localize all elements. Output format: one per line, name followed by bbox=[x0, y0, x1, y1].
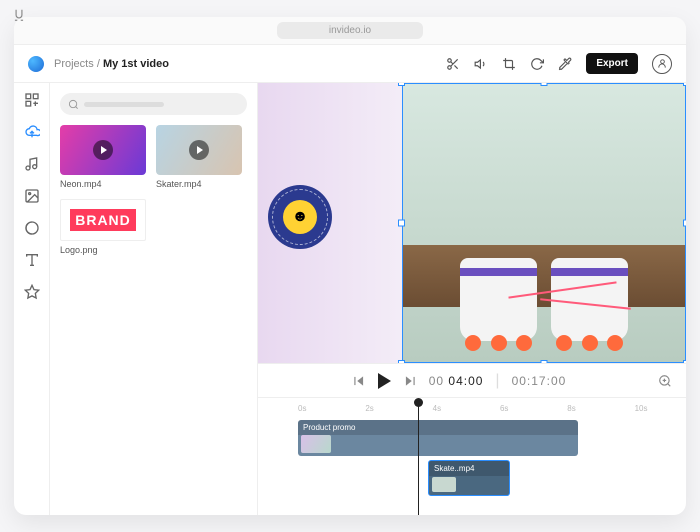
app-logo-icon[interactable] bbox=[28, 56, 44, 72]
breadcrumb-root[interactable]: Projects bbox=[54, 58, 94, 70]
current-time: 04:00 bbox=[448, 374, 483, 388]
zoom-icon[interactable] bbox=[658, 374, 672, 388]
sticker-badge[interactable]: ☻ bbox=[268, 185, 332, 249]
resize-handle[interactable] bbox=[398, 83, 405, 86]
rail-music-icon[interactable] bbox=[23, 155, 41, 173]
volume-icon[interactable] bbox=[474, 57, 488, 71]
clip-label: Skate..mp4 bbox=[429, 461, 509, 476]
export-button[interactable]: Export bbox=[586, 53, 638, 74]
selection-outline bbox=[402, 83, 686, 363]
rail-shapes-icon[interactable] bbox=[23, 219, 41, 237]
timeline[interactable]: 0s 2s 4s 6s 8s 10s Product promo Skate..… bbox=[258, 397, 686, 515]
play-overlay-icon bbox=[189, 140, 209, 160]
resize-handle[interactable] bbox=[541, 360, 548, 363]
asset-thumbnail[interactable]: BRAND bbox=[60, 199, 146, 241]
prev-frame-icon[interactable] bbox=[352, 374, 366, 388]
assets-panel: Neon.mp4 Skater.mp4 BRAND Logo.png bbox=[50, 83, 258, 515]
rail-favorites-icon[interactable] bbox=[23, 283, 41, 301]
asset-label: Logo.png bbox=[60, 245, 146, 255]
breadcrumb[interactable]: Projects / My 1st video bbox=[54, 58, 169, 70]
profile-icon[interactable] bbox=[652, 54, 672, 74]
timeline-track[interactable]: Product promo bbox=[298, 420, 672, 458]
search-icon bbox=[68, 99, 79, 110]
time-ruler: 0s 2s 4s 6s 8s 10s bbox=[298, 404, 672, 418]
crop-icon[interactable] bbox=[502, 57, 516, 71]
resize-handle[interactable] bbox=[398, 360, 405, 363]
eyedropper-icon[interactable] bbox=[558, 57, 572, 71]
selected-clip[interactable] bbox=[402, 83, 686, 363]
rail-uploads-icon[interactable] bbox=[23, 123, 41, 141]
preview-canvas[interactable]: ☻ bbox=[258, 83, 686, 363]
rail-image-icon[interactable] bbox=[23, 187, 41, 205]
side-rail bbox=[14, 83, 50, 515]
browser-url-bar: invideo.io bbox=[14, 17, 686, 45]
clip-thumbnail bbox=[432, 477, 456, 492]
resize-handle[interactable] bbox=[683, 360, 686, 363]
timeline-track[interactable]: Skate..mp4 bbox=[298, 460, 672, 498]
play-button[interactable] bbox=[378, 373, 391, 389]
brand-logo-text: BRAND bbox=[70, 209, 136, 231]
breadcrumb-current[interactable]: My 1st video bbox=[103, 58, 169, 70]
asset-item[interactable]: Skater.mp4 bbox=[156, 125, 242, 189]
search-input[interactable] bbox=[60, 93, 247, 115]
next-frame-icon[interactable] bbox=[403, 374, 417, 388]
cut-icon[interactable] bbox=[446, 57, 460, 71]
play-overlay-icon bbox=[93, 140, 113, 160]
rail-templates-icon[interactable] bbox=[23, 91, 41, 109]
clip-thumbnail bbox=[301, 435, 331, 453]
asset-item[interactable]: BRAND Logo.png bbox=[60, 199, 146, 255]
resize-handle[interactable] bbox=[683, 220, 686, 227]
snap-icon[interactable] bbox=[14, 17, 26, 22]
url-text: invideo.io bbox=[277, 22, 423, 39]
resize-handle[interactable] bbox=[683, 83, 686, 86]
timeline-clip[interactable]: Skate..mp4 bbox=[428, 460, 510, 496]
playback-controls: 00 04:00 | 00:17:00 bbox=[258, 363, 686, 397]
top-bar: Projects / My 1st video Export bbox=[14, 45, 686, 83]
timeline-clip[interactable]: Product promo bbox=[298, 420, 578, 456]
asset-item[interactable]: Neon.mp4 bbox=[60, 125, 146, 189]
asset-thumbnail[interactable] bbox=[156, 125, 242, 175]
asset-label: Skater.mp4 bbox=[156, 179, 242, 189]
playhead[interactable] bbox=[418, 400, 419, 515]
timecode: 00 04:00 bbox=[429, 374, 484, 388]
main-area: Neon.mp4 Skater.mp4 BRAND Logo.png ☻ bbox=[14, 83, 686, 515]
clip-label: Product promo bbox=[298, 420, 578, 435]
asset-thumbnail[interactable] bbox=[60, 125, 146, 175]
rail-text-icon[interactable] bbox=[23, 251, 41, 269]
search-placeholder bbox=[84, 102, 164, 107]
resize-handle[interactable] bbox=[541, 83, 548, 86]
asset-label: Neon.mp4 bbox=[60, 179, 146, 189]
total-time: 00:17:00 bbox=[512, 374, 567, 388]
resize-handle[interactable] bbox=[398, 220, 405, 227]
refresh-icon[interactable] bbox=[530, 57, 544, 71]
app-window: invideo.io Projects / My 1st video Expor… bbox=[14, 17, 686, 515]
stage: ☻ bbox=[258, 83, 686, 515]
